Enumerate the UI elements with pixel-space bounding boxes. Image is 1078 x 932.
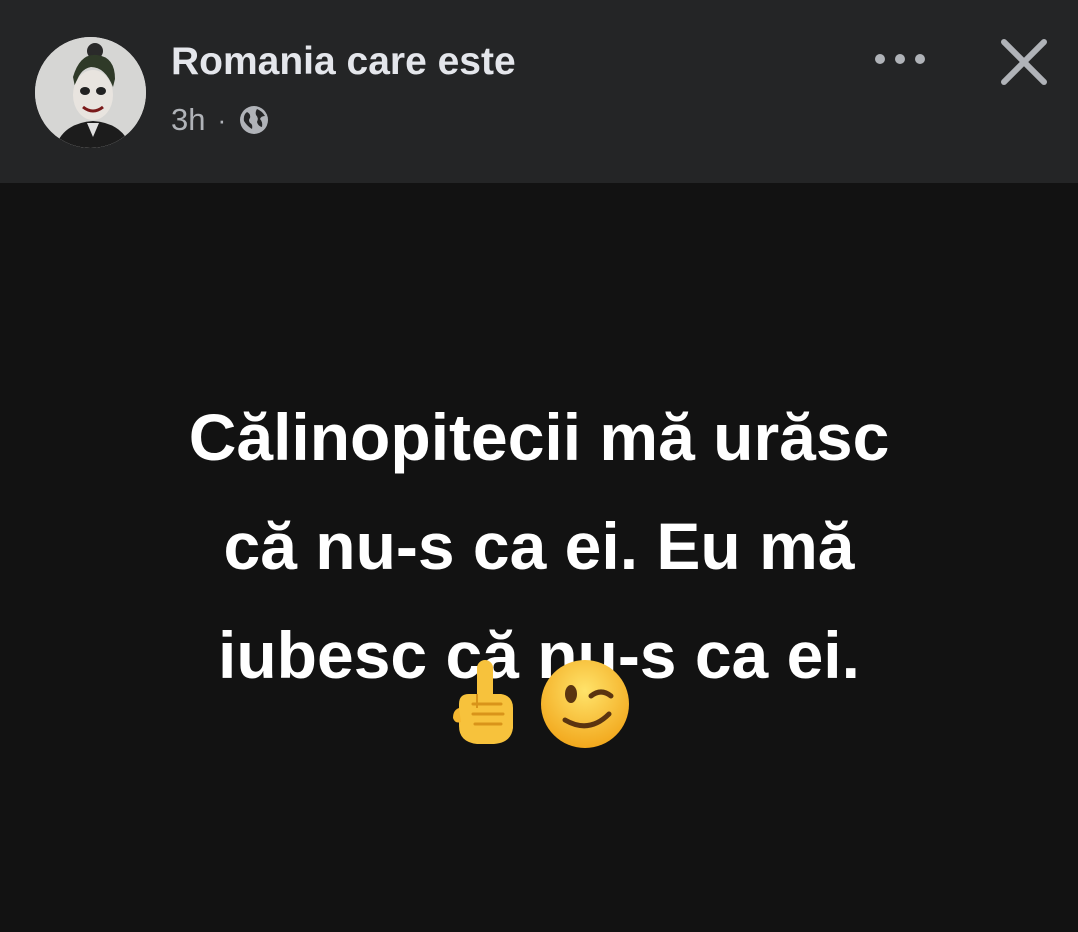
avatar-image — [35, 37, 146, 148]
close-button[interactable] — [992, 30, 1056, 94]
close-icon — [1001, 39, 1047, 85]
post-header: Romania care este 3h · — [0, 0, 1078, 183]
emoji-row — [0, 658, 1078, 750]
post-meta: 3h · — [171, 100, 270, 140]
globe-icon — [238, 104, 270, 136]
author-name[interactable]: Romania care este — [171, 40, 516, 84]
more-options-button[interactable] — [864, 38, 936, 80]
winking-face-icon — [541, 660, 629, 748]
more-options-icon — [875, 54, 925, 64]
post-time[interactable]: 3h — [171, 102, 205, 138]
meta-separator: · — [217, 104, 227, 135]
post-body: Călinopitecii mă urăsc că nu-s ca ei. Eu… — [0, 183, 1078, 932]
avatar[interactable] — [35, 37, 146, 148]
point-up-icon — [453, 660, 513, 744]
